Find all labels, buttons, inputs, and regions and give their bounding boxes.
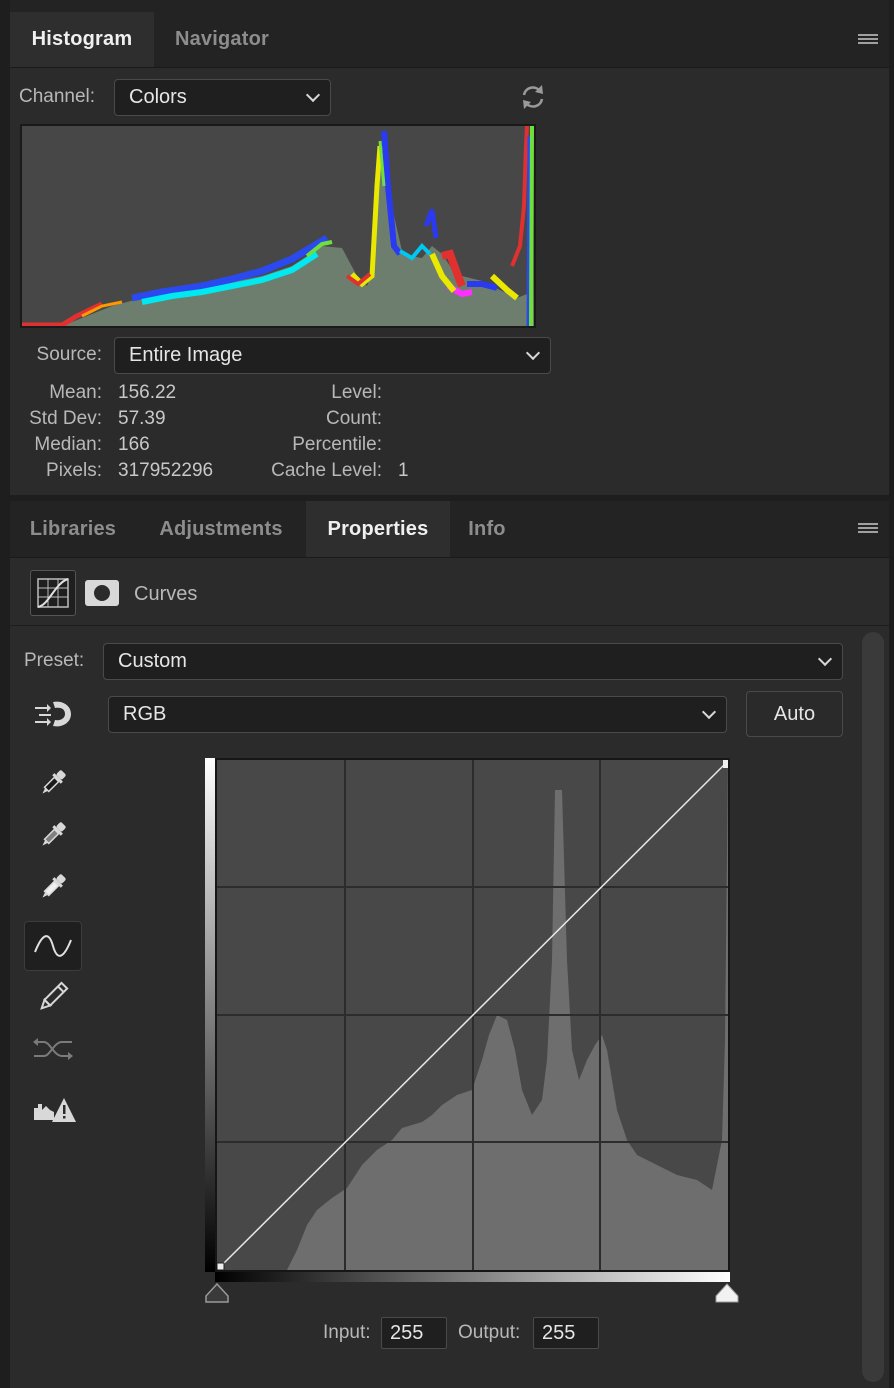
- properties-scrollbar[interactable]: [862, 632, 884, 1382]
- refresh-icon[interactable]: [518, 82, 548, 112]
- source-dropdown-value: Entire Image: [129, 344, 243, 366]
- tab-properties[interactable]: Properties: [306, 501, 450, 557]
- top-frame: [0, 0, 894, 12]
- tab-info[interactable]: Info: [450, 501, 524, 557]
- white-point-eyedropper-icon[interactable]: [24, 862, 82, 912]
- black-point-slider[interactable]: [205, 1282, 229, 1303]
- stddev-value: 57.39: [118, 408, 166, 429]
- chevron-down-icon: [305, 87, 321, 102]
- panel-menu-icon[interactable]: [858, 523, 878, 537]
- tab-adjustments[interactable]: Adjustments: [136, 501, 306, 557]
- percentile-label: Percentile:: [292, 434, 382, 455]
- channel-label: Channel:: [19, 86, 96, 107]
- preset-dropdown-value: Custom: [118, 650, 187, 672]
- preset-dropdown[interactable]: Custom: [103, 643, 843, 680]
- source-dropdown[interactable]: Entire Image: [114, 337, 551, 374]
- curves-adjustment-icon[interactable]: [30, 570, 76, 616]
- median-value: 166: [118, 434, 150, 455]
- mean-value: 156.22: [118, 382, 177, 403]
- curve-point-tool-icon[interactable]: [24, 921, 82, 971]
- curves-title: Curves: [134, 583, 198, 605]
- gray-point-eyedropper-icon[interactable]: [24, 810, 82, 860]
- auto-button[interactable]: Auto: [746, 691, 843, 737]
- curves-channel-value: RGB: [123, 703, 167, 725]
- cache-level-value: 1: [398, 460, 409, 481]
- curves-input-gradient: [215, 1272, 730, 1282]
- on-image-adjust-icon[interactable]: [33, 698, 75, 732]
- output-label: Output:: [458, 1322, 521, 1343]
- curves-output-gradient: [205, 758, 215, 1272]
- output-field[interactable]: 255: [533, 1317, 599, 1349]
- black-point-eyedropper-icon[interactable]: [24, 758, 82, 808]
- median-label: Median:: [34, 434, 102, 455]
- pixels-label: Pixels:: [46, 460, 102, 481]
- channel-dropdown[interactable]: Colors: [114, 79, 331, 116]
- channel-dropdown-value: Colors: [129, 86, 187, 108]
- histogram-tabbar: Histogram Navigator: [10, 12, 889, 68]
- white-point-slider[interactable]: [715, 1283, 739, 1303]
- tab-navigator[interactable]: Navigator: [154, 12, 290, 67]
- tab-histogram[interactable]: Histogram: [10, 12, 154, 67]
- chevron-down-icon: [817, 651, 833, 666]
- chevron-down-icon: [701, 704, 717, 719]
- pencil-icon[interactable]: [24, 972, 82, 1022]
- mean-label: Mean:: [49, 382, 102, 403]
- cache-level-label: Cache Level:: [271, 460, 382, 481]
- source-label: Source:: [36, 344, 102, 365]
- pixels-value: 317952296: [118, 460, 214, 481]
- chevron-down-icon: [525, 345, 541, 360]
- count-label: Count:: [326, 408, 382, 429]
- histogram-graph: [20, 124, 536, 328]
- curves-graph[interactable]: [215, 758, 730, 1272]
- properties-tabbar: Libraries Adjustments Properties Info: [10, 501, 889, 558]
- level-label: Level:: [331, 382, 382, 403]
- smooth-curve-icon: [24, 1024, 82, 1074]
- panel-menu-icon[interactable]: [858, 34, 878, 48]
- preset-label: Preset:: [24, 650, 85, 671]
- input-label: Input:: [323, 1322, 371, 1343]
- left-frame: [0, 0, 10, 1388]
- stddev-label: Std Dev:: [29, 408, 102, 429]
- mask-icon[interactable]: [85, 580, 119, 606]
- right-frame: [889, 0, 894, 1388]
- input-field[interactable]: 255: [381, 1317, 447, 1349]
- curves-channel-dropdown[interactable]: RGB: [108, 696, 727, 733]
- clipping-warning-icon[interactable]: [24, 1084, 82, 1134]
- tab-libraries[interactable]: Libraries: [10, 501, 136, 557]
